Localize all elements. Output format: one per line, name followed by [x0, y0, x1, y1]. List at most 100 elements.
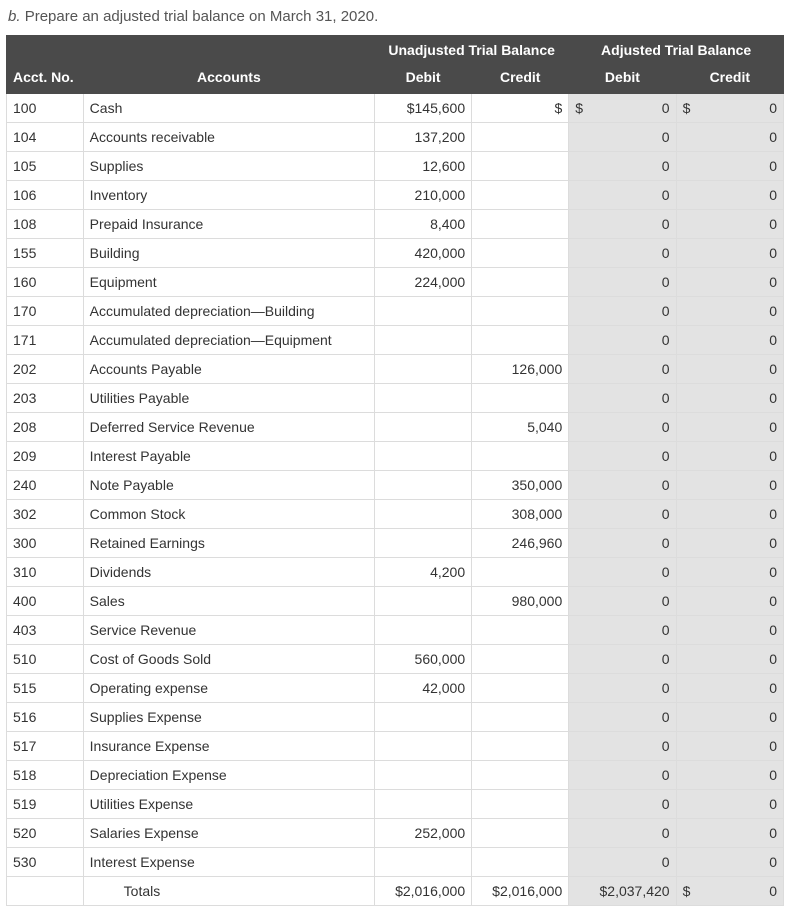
totals-adj-credit[interactable]: $ 0 [676, 877, 783, 906]
table-row: 208Deferred Service Revenue5,04000 [7, 413, 784, 442]
account-name-cell: Cost of Goods Sold [83, 645, 374, 674]
adj-credit-cell[interactable]: 0 [676, 529, 783, 558]
adj-debit-cell[interactable]: 0 [569, 355, 676, 384]
adj-credit-cell[interactable]: 0 [676, 587, 783, 616]
header-unadj-credit: Credit [472, 65, 569, 94]
table-row: 519Utilities Expense00 [7, 790, 784, 819]
totals-adj-debit[interactable]: $2,037,420 [569, 877, 676, 906]
adj-debit-cell[interactable]: 0 [569, 326, 676, 355]
adj-credit-cell[interactable]: 0 [676, 152, 783, 181]
adj-credit-cell[interactable]: 0 [676, 674, 783, 703]
adj-debit-cell[interactable]: 0 [569, 297, 676, 326]
adj-debit-cell[interactable]: 0 [569, 819, 676, 848]
account-name-cell: Accumulated depreciation—Building [83, 297, 374, 326]
adj-debit-cell[interactable]: 0 [569, 674, 676, 703]
account-name-cell: Utilities Expense [83, 790, 374, 819]
adj-credit-cell[interactable]: 0 [676, 297, 783, 326]
adj-debit-cell[interactable]: 0 [569, 268, 676, 297]
account-name-cell: Equipment [83, 268, 374, 297]
table-row: 302Common Stock308,00000 [7, 500, 784, 529]
account-name-cell: Accounts receivable [83, 123, 374, 152]
adj-debit-cell[interactable]: 0 [569, 384, 676, 413]
adj-debit-cell[interactable]: 0 [569, 558, 676, 587]
account-name-cell: Interest Payable [83, 442, 374, 471]
adj-credit-cell[interactable]: 0 [676, 500, 783, 529]
adj-debit-cell[interactable]: 0 [569, 790, 676, 819]
table-row: 516Supplies Expense00 [7, 703, 784, 732]
acct-no-cell: 517 [7, 732, 84, 761]
adj-credit-cell[interactable]: 0 [676, 703, 783, 732]
adj-credit-cell[interactable]: 0 [676, 239, 783, 268]
adj-debit-value: 0 [583, 100, 670, 116]
table-row: 510Cost of Goods Sold560,00000 [7, 645, 784, 674]
adj-credit-cell[interactable]: 0 [676, 355, 783, 384]
adj-credit-cell[interactable]: 0 [676, 732, 783, 761]
adj-debit-cell[interactable]: 0 [569, 210, 676, 239]
header-unadj-debit: Debit [375, 65, 472, 94]
unadj-debit-cell [375, 442, 472, 471]
adj-debit-cell[interactable]: 0 [569, 703, 676, 732]
unadj-credit-cell: 126,000 [472, 355, 569, 384]
adj-debit-cell[interactable]: 0 [569, 152, 676, 181]
table-row: 105Supplies12,60000 [7, 152, 784, 181]
adj-credit-cell[interactable]: 0 [676, 442, 783, 471]
adj-debit-cell[interactable]: 0 [569, 616, 676, 645]
adj-debit-cell[interactable]: $0 [569, 94, 676, 123]
adj-debit-cell[interactable]: 0 [569, 500, 676, 529]
adj-debit-cell[interactable]: 0 [569, 848, 676, 877]
adj-credit-cell[interactable]: 0 [676, 326, 783, 355]
adj-credit-cell[interactable]: 0 [676, 413, 783, 442]
table-row: 202Accounts Payable126,00000 [7, 355, 784, 384]
adj-credit-cell[interactable]: 0 [676, 819, 783, 848]
adj-debit-cell[interactable]: 0 [569, 645, 676, 674]
adj-debit-cell[interactable]: 0 [569, 732, 676, 761]
header-accounts: Accounts [83, 65, 374, 94]
adj-debit-cell[interactable]: 0 [569, 442, 676, 471]
unadj-debit-cell [375, 297, 472, 326]
account-name-cell: Retained Earnings [83, 529, 374, 558]
adj-credit-cell[interactable]: 0 [676, 210, 783, 239]
account-name-cell: Accounts Payable [83, 355, 374, 384]
unadj-credit-cell [472, 732, 569, 761]
adj-credit-cell[interactable]: 0 [676, 645, 783, 674]
adj-credit-cell[interactable]: 0 [676, 181, 783, 210]
adj-credit-cell[interactable]: 0 [676, 558, 783, 587]
header-adjusted: Adjusted Trial Balance [569, 36, 784, 65]
adj-credit-cell[interactable]: 0 [676, 471, 783, 500]
account-name-cell: Prepaid Insurance [83, 210, 374, 239]
adj-debit-cell[interactable]: 0 [569, 181, 676, 210]
totals-adj-credit-value: 0 [690, 883, 777, 899]
unadj-credit-cell [472, 848, 569, 877]
adj-credit-cell[interactable]: $0 [676, 94, 783, 123]
account-name-cell: Insurance Expense [83, 732, 374, 761]
table-row: 171Accumulated depreciation—Equipment00 [7, 326, 784, 355]
unadj-debit-cell [375, 384, 472, 413]
unadj-credit-cell [472, 326, 569, 355]
unadj-debit-cell: 8,400 [375, 210, 472, 239]
table-row: 520Salaries Expense252,00000 [7, 819, 784, 848]
adj-debit-cell[interactable]: 0 [569, 413, 676, 442]
adj-debit-cell[interactable]: 0 [569, 123, 676, 152]
acct-no-cell: 106 [7, 181, 84, 210]
currency-symbol: $ [683, 883, 691, 899]
adj-credit-cell[interactable]: 0 [676, 761, 783, 790]
adj-debit-cell[interactable]: 0 [569, 239, 676, 268]
unadj-credit-cell [472, 123, 569, 152]
adj-credit-cell[interactable]: 0 [676, 790, 783, 819]
acct-no-cell: 202 [7, 355, 84, 384]
adj-credit-cell[interactable]: 0 [676, 848, 783, 877]
acct-no-cell: 530 [7, 848, 84, 877]
adj-debit-cell[interactable]: 0 [569, 529, 676, 558]
adj-credit-cell[interactable]: 0 [676, 384, 783, 413]
header-blank [83, 36, 374, 65]
adj-debit-cell[interactable]: 0 [569, 471, 676, 500]
unadj-debit-cell [375, 326, 472, 355]
adj-credit-cell[interactable]: 0 [676, 268, 783, 297]
adj-credit-cell[interactable]: 0 [676, 616, 783, 645]
adj-debit-cell[interactable]: 0 [569, 587, 676, 616]
unadj-debit-cell: 560,000 [375, 645, 472, 674]
adj-credit-cell[interactable]: 0 [676, 123, 783, 152]
unadj-credit-cell: 980,000 [472, 587, 569, 616]
adj-debit-cell[interactable]: 0 [569, 761, 676, 790]
acct-no-cell: 520 [7, 819, 84, 848]
